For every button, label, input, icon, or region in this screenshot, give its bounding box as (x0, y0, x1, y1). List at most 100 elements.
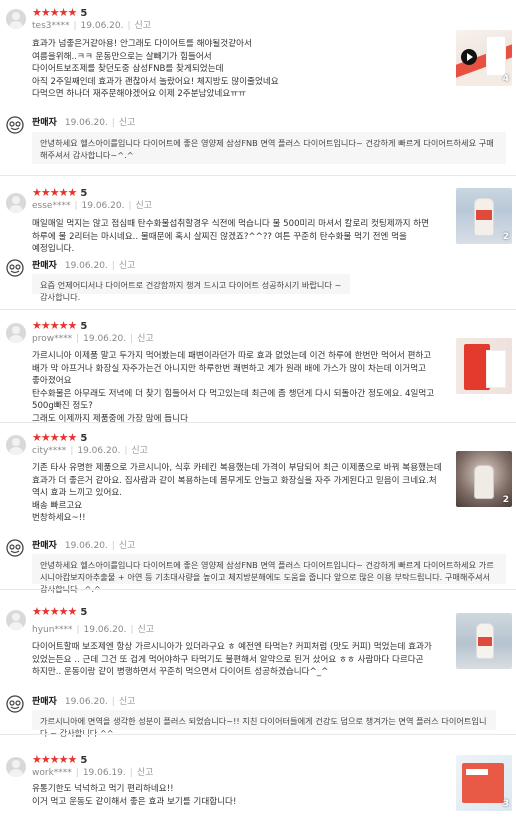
report-button[interactable]: 신고 (135, 21, 152, 31)
reviewer-id: city**** (32, 446, 67, 456)
review-text: 유통기한도 넉넉하고 먹기 편리하네요!! 이거 먹고 운동도 같이해서 좋은 … (32, 784, 237, 807)
review-photo-thumbnail[interactable]: 2 (456, 451, 512, 507)
review-text: 다이어트할때 보조제엔 항상 가르시니아가 있더라구요 ㅎ 예전엔 타먹는? 커… (32, 642, 432, 678)
rating: ★★★★★ 5 (32, 606, 87, 619)
report-button[interactable]: 신고 (119, 261, 136, 271)
reviewer-avatar (6, 610, 26, 630)
review-item: ★★★★★ 5 tes3**** | 19.06.20. | 신고 효과가 넘좋은거같아용… (0, 0, 516, 175)
reviewer-id: prow**** (32, 334, 73, 344)
rating: ★★★★★ 5 (32, 7, 87, 20)
photo-count: 2 (502, 232, 509, 242)
review-text: 효과가 넘좋은거같아용! 안그래도 다이어트를 해야될것같아서 여름을위해..ㅋ… (32, 39, 279, 100)
review-photo-thumbnail[interactable]: 3 (456, 755, 512, 811)
box-label-image (466, 769, 488, 775)
review-date: 19.06.20. (83, 334, 127, 344)
report-button[interactable]: 신고 (119, 118, 136, 128)
seller-reply-header: 판매자 19.06.20. | 신고 (32, 118, 136, 128)
reviewer-id: hyun**** (32, 625, 73, 635)
reviewer-id: esse**** (32, 201, 71, 211)
review-date: 19.06.20. (83, 625, 127, 635)
review-item: ★★★★★ 5 hyun**** | 19.06.20. | 신고 다이어트할때 보조제엔… (0, 590, 516, 738)
seller-reply-header: 판매자 19.06.20. | 신고 (32, 261, 136, 271)
review-meta: hyun**** | 19.06.20. | 신고 (32, 625, 155, 635)
seller-icon (6, 259, 24, 277)
rating-score: 5 (80, 321, 88, 332)
seller-reply-header: 판매자 19.06.20. | 신고 (32, 697, 136, 707)
reviewer-avatar (6, 9, 26, 29)
report-button[interactable]: 신고 (136, 201, 153, 211)
review-text: 가르시니아 이제품 말고 두가지 먹어봤는데 패변이라던가 따로 효과 없었는데… (32, 351, 435, 424)
review-date: 19.06.20. (81, 201, 125, 211)
review-meta: tes3**** | 19.06.20. | 신고 (32, 21, 152, 31)
rating-score: 5 (80, 188, 88, 199)
seller-reply-text: 가르시니아에 면역을 생각한 성분이 플러스 되었습니다~!! 지친 다이어터들… (32, 710, 496, 738)
rating-score: 5 (80, 755, 88, 766)
review-meta: city**** | 19.06.20. | 신고 (32, 446, 148, 456)
rating: ★★★★★ 5 (32, 432, 87, 445)
review-photo-thumbnail[interactable] (456, 338, 512, 394)
reviewer-avatar (6, 435, 26, 455)
seller-reply-text: 요즘 언제어디서나 다이어트로 건강함까지 챙겨 드시고 다이어트 성공하시기 … (32, 274, 350, 302)
rating: ★★★★★ 5 (32, 320, 87, 333)
play-icon[interactable] (461, 49, 477, 65)
bottle-label-image (476, 210, 492, 220)
seller-label: 판매자 (32, 261, 57, 271)
product-pouch-image (486, 350, 506, 388)
reviewer-avatar (6, 193, 26, 213)
star-rating-icon: ★★★★★ (32, 753, 77, 766)
report-button[interactable]: 신고 (138, 625, 155, 635)
bottle-label-image (478, 637, 492, 646)
star-rating-icon: ★★★★★ (32, 431, 77, 444)
review-date: 19.06.20. (80, 21, 124, 31)
review-item: ★★★★★ 5 prow**** | 19.06.20. | 신고 가르시니아 이제품 말… (0, 310, 516, 424)
rating-score: 5 (80, 8, 88, 19)
reply-date: 19.06.20. (64, 261, 108, 271)
seller-label: 판매자 (32, 697, 57, 707)
seller-icon (6, 695, 24, 713)
reply-date: 19.06.20. (64, 541, 108, 551)
rating: ★★★★★ 5 (32, 187, 87, 200)
review-date: 19.06.20. (77, 446, 121, 456)
star-rating-icon: ★★★★★ (32, 6, 77, 19)
seller-label: 판매자 (32, 541, 57, 551)
reviewer-avatar (6, 323, 26, 343)
review-photo-thumbnail[interactable] (456, 613, 512, 669)
photo-count: 3 (502, 799, 509, 809)
review-meta: esse**** | 19.06.20. | 신고 (32, 201, 153, 211)
seller-reply-header: 판매자 19.06.20. | 신고 (32, 541, 136, 551)
review-photo-thumbnail[interactable]: 2 (456, 188, 512, 244)
review-item: ★★★★★ 5 city**** | 19.06.20. | 신고 기존 타사 유명한 제… (0, 423, 516, 594)
review-item: ★★★★★ 5 esse**** | 19.06.20. | 신고 매일매일 먹지는 않고… (0, 176, 516, 309)
review-item: ★★★★★ 5 work**** | 19.06.19. | 신고 유통기한도 넉넉하고 … (0, 735, 516, 838)
reviewer-id: tes3**** (32, 21, 70, 31)
photo-count: 2 (502, 495, 509, 505)
rating-score: 5 (80, 607, 88, 618)
review-date: 19.06.19. (82, 768, 126, 778)
report-button[interactable]: 신고 (131, 446, 148, 456)
review-meta: work**** | 19.06.19. | 신고 (32, 768, 154, 778)
reviewer-avatar (6, 757, 26, 777)
photo-count: 4 (502, 74, 509, 84)
report-button[interactable]: 신고 (137, 768, 154, 778)
star-rating-icon: ★★★★★ (32, 186, 77, 199)
review-text: 매일매일 먹지는 않고 점심때 탄수화물섭취할경우 식전에 먹습니다 물 500… (32, 219, 430, 255)
rating-score: 5 (80, 433, 88, 444)
rating: ★★★★★ 5 (32, 754, 87, 767)
report-button[interactable]: 신고 (119, 697, 136, 707)
seller-reply-text: 안녕하세요 헬스아이를입니다 다이어트에 좋은 영양제 삼성FNB 면역 플러스… (32, 132, 506, 164)
report-button[interactable]: 신고 (137, 334, 154, 344)
review-meta: prow**** | 19.06.20. | 신고 (32, 334, 154, 344)
reviewer-id: work**** (32, 768, 72, 778)
seller-label: 판매자 (32, 118, 57, 128)
seller-icon (6, 539, 24, 557)
reply-date: 19.06.20. (64, 118, 108, 128)
star-rating-icon: ★★★★★ (32, 319, 77, 332)
seller-reply-text: 안녕하세요 헬스아이를입니다 다이어트에 좋은 영양제 삼성FNB 면역 플러스… (32, 554, 506, 594)
review-photo-thumbnail[interactable]: 4 (456, 30, 512, 86)
product-box-image (486, 36, 506, 76)
star-rating-icon: ★★★★★ (32, 605, 77, 618)
seller-icon (6, 116, 24, 134)
report-button[interactable]: 신고 (119, 541, 136, 551)
reply-date: 19.06.20. (64, 697, 108, 707)
product-bottle-image (474, 465, 494, 499)
